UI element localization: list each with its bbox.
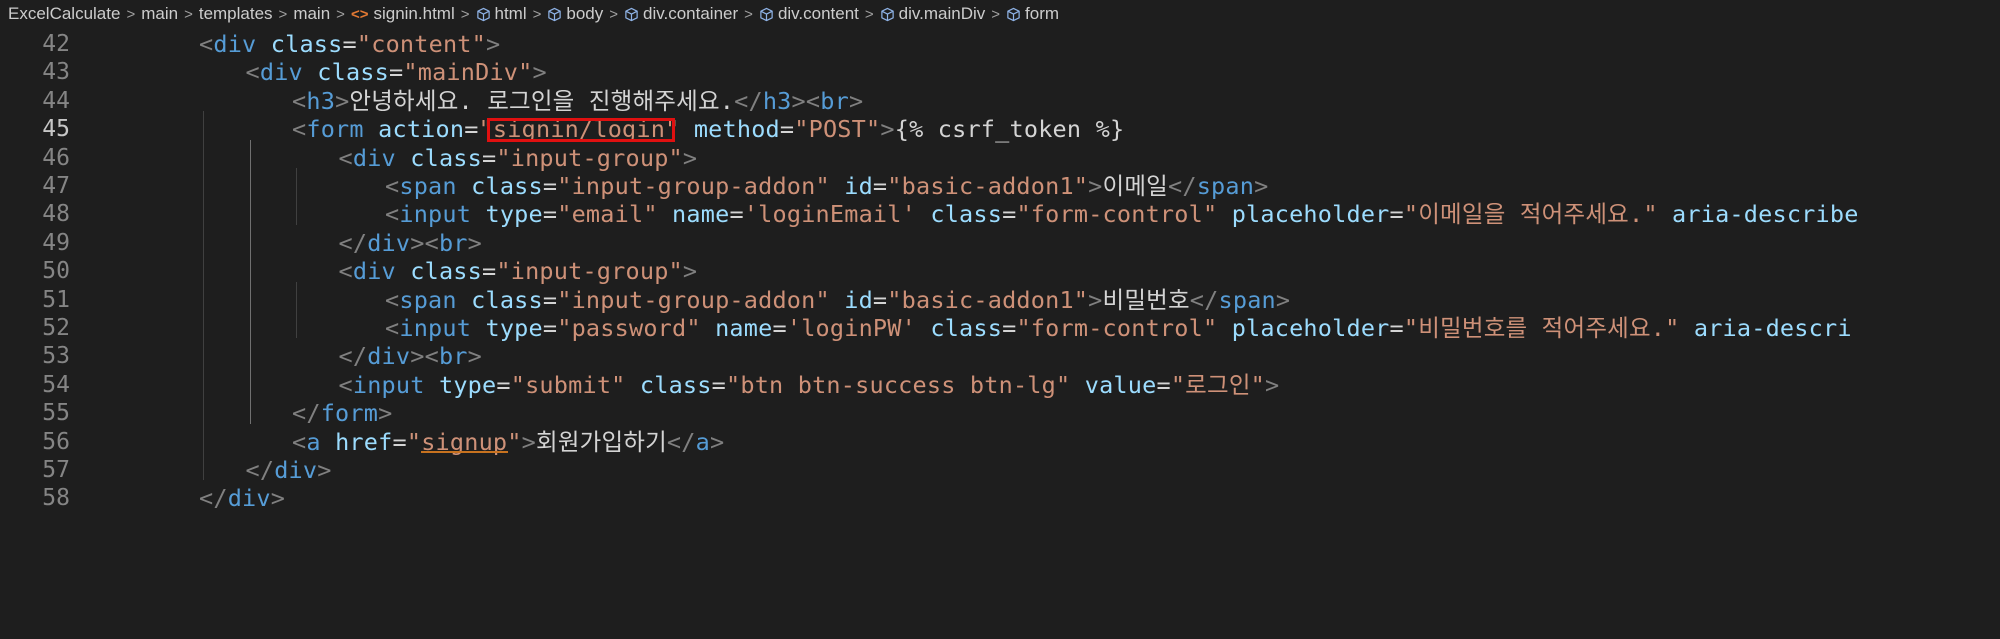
breadcrumb-chevron-icon: > <box>278 5 288 23</box>
cube-icon <box>476 4 495 24</box>
breadcrumb-label: div.mainDiv <box>898 4 986 23</box>
cube-icon <box>1006 4 1025 24</box>
cube-icon <box>759 4 778 24</box>
breadcrumb-item-10[interactable]: form <box>1006 4 1059 24</box>
code-editor[interactable]: 42 <div class="content"> 43 <div class="mai… <box>0 30 2000 639</box>
breadcrumb-item-7[interactable]: div.container <box>624 4 738 24</box>
breadcrumb-item-1[interactable]: main <box>141 4 178 24</box>
breadcrumb-item-5[interactable]: html <box>476 4 527 24</box>
breadcrumb-chevron-icon: > <box>126 5 136 23</box>
highlight-annotation-box <box>486 118 676 143</box>
code-token-punc: > <box>270 484 286 513</box>
breadcrumb-item-8[interactable]: div.content <box>759 4 859 24</box>
breadcrumb-chevron-icon: > <box>864 5 874 23</box>
code-token-punc: </ <box>199 484 228 513</box>
breadcrumb-item-9[interactable]: div.mainDiv <box>880 4 986 24</box>
breadcrumb-label: form <box>1025 4 1060 23</box>
breadcrumb-label: signin.html <box>373 4 455 23</box>
breadcrumb-chevron-icon: > <box>460 5 470 23</box>
breadcrumb-item-6[interactable]: body <box>547 4 603 24</box>
breadcrumb-label: body <box>566 4 604 23</box>
breadcrumb-item-0[interactable]: ExcelCalculate <box>8 4 120 24</box>
cube-icon <box>624 4 643 24</box>
breadcrumb-label: templates <box>198 4 273 23</box>
breadcrumb-label: main <box>141 4 179 23</box>
breadcrumb-label: div.container <box>643 4 739 23</box>
breadcrumb-label: div.content <box>777 4 859 23</box>
indent-guide <box>296 281 297 339</box>
breadcrumb-chevron-icon: > <box>184 5 193 23</box>
line-number[interactable]: 58 <box>0 480 70 516</box>
cube-icon <box>547 4 566 24</box>
indent-guide <box>203 111 204 481</box>
html-file-icon: <> <box>350 5 369 23</box>
code-text[interactable]: </div> <box>199 480 285 516</box>
breadcrumb: ExcelCalculate > main > templates > main > <> sig… <box>0 0 2000 28</box>
breadcrumb-item-4[interactable]: <> signin.html <box>351 4 455 24</box>
breadcrumb-item-2[interactable]: templates <box>199 4 273 24</box>
code-line[interactable]: 58 </div> <box>0 480 2000 516</box>
breadcrumb-label: html <box>494 4 527 23</box>
code-token-tag: div <box>227 484 271 513</box>
link-underline <box>420 450 508 453</box>
cube-icon <box>880 4 899 24</box>
breadcrumb-label: ExcelCalculate <box>8 4 121 23</box>
breadcrumb-chevron-icon: > <box>991 5 1001 23</box>
indent-guide <box>249 139 251 424</box>
indent-guide <box>296 168 297 225</box>
breadcrumb-chevron-icon: > <box>744 5 753 23</box>
breadcrumb-label: main <box>293 4 331 23</box>
breadcrumb-chevron-icon: > <box>532 5 542 23</box>
breadcrumb-chevron-icon: > <box>336 5 345 23</box>
breadcrumb-chevron-icon: > <box>609 5 619 23</box>
breadcrumb-item-3[interactable]: main <box>293 4 330 24</box>
